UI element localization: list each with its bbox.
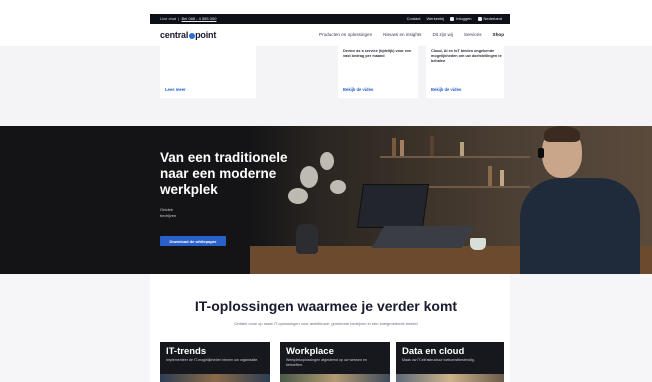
tile-title: Data en cloud bbox=[402, 346, 465, 357]
headset bbox=[538, 148, 544, 158]
centralpoint-logo[interactable]: central point bbox=[160, 30, 216, 40]
card-1: Lees meer bbox=[160, 46, 256, 98]
hero-banner bbox=[0, 126, 652, 274]
book bbox=[430, 136, 434, 156]
hero-subtitle: Ontdek bedrijven bbox=[160, 207, 176, 218]
inloggen-link[interactable]: Inloggen bbox=[450, 16, 472, 21]
inloggen-label: Inloggen bbox=[456, 16, 472, 21]
tile-data-en-cloud[interactable]: Data en cloud Maak uw IT-infrastructuur … bbox=[396, 342, 504, 382]
card-2-link[interactable]: Bekijk de video bbox=[343, 87, 374, 92]
card-2: Device as a service (tijdelijk) voor een… bbox=[338, 46, 418, 98]
live-chat-link[interactable]: Live chat bbox=[160, 16, 176, 21]
language-link[interactable]: Nederland bbox=[477, 16, 502, 21]
bookshelf bbox=[380, 156, 530, 158]
tile-workplace[interactable]: Workplace Werkplekoplossingen afgestemd … bbox=[280, 342, 390, 382]
person-body bbox=[520, 178, 640, 274]
user-icon bbox=[450, 16, 455, 21]
nav-items: Producten en oplossingen Nieuws en insig… bbox=[319, 32, 504, 37]
download-whitepaper-button[interactable]: Download de whitepaper bbox=[160, 236, 226, 246]
topbar-links: Contact Werkenbij Inloggen Nederland bbox=[407, 16, 502, 21]
card-2-text: Device as a service (tijdelijk) voor een… bbox=[343, 49, 412, 58]
vase bbox=[296, 224, 318, 254]
card-3: Cloud, AI en IoT bieden ongekende mogeli… bbox=[426, 46, 504, 98]
tile-description: Werkplekoplossingen afgestemd op uw wens… bbox=[286, 358, 367, 367]
laptop-keyboard bbox=[371, 226, 475, 248]
tile-image bbox=[280, 374, 390, 382]
book bbox=[500, 170, 504, 186]
logo-text-left: central bbox=[160, 30, 189, 40]
phone-link[interactable]: Bel 088 - 4 555 000 bbox=[182, 16, 217, 21]
coffee-mug bbox=[470, 238, 486, 250]
laptop-screen bbox=[356, 184, 430, 228]
solutions-subtitle: Ontdek onze op maat IT-oplossingen voor … bbox=[234, 321, 418, 326]
solutions-title: IT-oplossingen waarmee je verder komt bbox=[194, 298, 458, 314]
contact-link[interactable]: Contact bbox=[407, 16, 421, 21]
book bbox=[400, 140, 404, 156]
nav-item-shop[interactable]: Shop bbox=[493, 32, 504, 37]
book bbox=[488, 166, 492, 186]
tile-title: Workplace bbox=[286, 346, 334, 357]
logo-dot-icon bbox=[188, 32, 195, 39]
person-hair bbox=[544, 126, 580, 142]
hero-subtitle-line-2: bedrijven bbox=[160, 212, 177, 218]
tile-title: IT-trends bbox=[166, 346, 207, 357]
werkenbij-link[interactable]: Werkenbij bbox=[426, 16, 444, 21]
nav-item-services[interactable]: Services bbox=[464, 32, 482, 37]
logo-text-right: point bbox=[195, 30, 217, 40]
book bbox=[392, 138, 396, 156]
solutions-bg-left bbox=[0, 274, 150, 382]
solutions-bg-right bbox=[510, 274, 652, 382]
top-utility-bar: Live chat | Bel 088 - 4 555 000 Contact … bbox=[0, 0, 652, 24]
plant-flower bbox=[330, 180, 346, 194]
main-nav: central point Producten en oplossingen Ni… bbox=[150, 24, 510, 46]
tile-description: Maak uw IT-infrastructuur toekomstbesten… bbox=[402, 358, 475, 362]
card-3-link[interactable]: Bekijk de video bbox=[431, 87, 462, 92]
nav-item-producten[interactable]: Producten en oplossingen bbox=[319, 32, 372, 37]
tile-image bbox=[396, 374, 504, 382]
tile-it-trends[interactable]: IT-trends Implementeer de IT-mogelijkhed… bbox=[160, 342, 270, 382]
tile-image bbox=[160, 374, 270, 382]
card-3-text: Cloud, AI en IoT bieden ongekende mogeli… bbox=[431, 49, 502, 63]
hero-title: Van een traditionele naar een moderne we… bbox=[160, 150, 288, 197]
card-1-link[interactable]: Lees meer bbox=[165, 87, 186, 92]
globe-icon bbox=[477, 16, 482, 21]
language-label: Nederland bbox=[483, 16, 502, 21]
tile-description: Implementeer de IT-mogelijkheden binnen … bbox=[166, 358, 259, 362]
nav-item-dit-zijn-wij[interactable]: Dit zijn wij bbox=[432, 32, 452, 37]
book bbox=[460, 142, 464, 156]
plant-flower bbox=[320, 152, 334, 170]
nav-item-nieuws[interactable]: Nieuws en insights bbox=[383, 32, 421, 37]
cards-section bbox=[0, 46, 652, 126]
topbar-contact: Live chat | Bel 088 - 4 555 000 bbox=[160, 16, 217, 21]
